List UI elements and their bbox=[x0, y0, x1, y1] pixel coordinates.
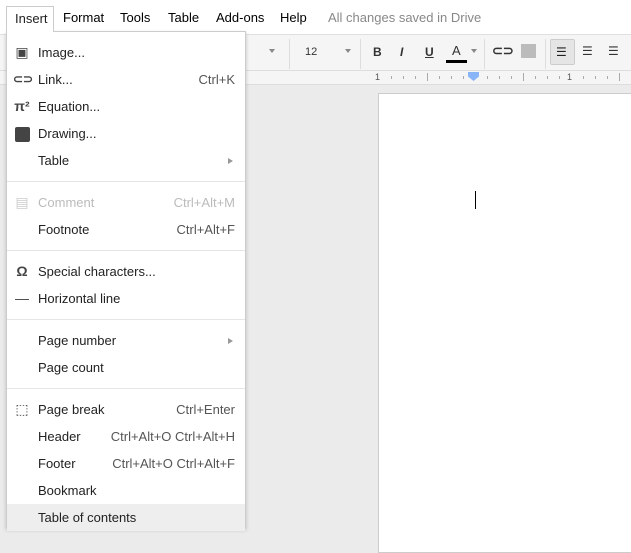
submenu-arrow-icon bbox=[228, 158, 233, 164]
menu-item-table-of-contents[interactable]: Table of contents bbox=[7, 504, 245, 531]
menu-insert-label: Insert bbox=[15, 11, 48, 26]
toolbar-divider bbox=[545, 39, 546, 69]
menu-item-bookmark[interactable]: Bookmark bbox=[7, 477, 245, 504]
menu-item-horizontal-line[interactable]: — Horizontal line bbox=[7, 285, 245, 312]
indent-marker[interactable] bbox=[468, 72, 479, 81]
omega-icon: Ω bbox=[16, 263, 28, 279]
insert-menu: ▣ Image... ⊂⊃ Link... Ctrl+K π² Equation... … bbox=[6, 31, 246, 531]
text-color-swatch bbox=[446, 60, 467, 63]
menu-item-comment: ▤ Comment Ctrl+Alt+M bbox=[7, 189, 245, 216]
menu-format[interactable]: Format bbox=[63, 10, 104, 25]
menu-tools[interactable]: Tools bbox=[120, 10, 150, 25]
image-icon: ▣ bbox=[15, 44, 29, 60]
menu-item-table[interactable]: Table bbox=[7, 147, 245, 174]
menu-item-drawing[interactable]: Drawing... bbox=[7, 120, 245, 147]
toolbar-divider bbox=[360, 39, 361, 69]
link-icon: ⊂⊃ bbox=[13, 72, 34, 86]
menu-item-page-count[interactable]: Page count bbox=[7, 354, 245, 381]
font-dropdown-caret[interactable] bbox=[269, 49, 275, 53]
ruler-label: 1 bbox=[375, 72, 381, 82]
menu-help[interactable]: Help bbox=[280, 10, 307, 25]
menu-item-footnote[interactable]: Footnote Ctrl+Alt+F bbox=[7, 216, 245, 243]
font-size-caret[interactable] bbox=[345, 49, 351, 53]
toolbar-divider bbox=[289, 39, 290, 69]
font-size-select[interactable]: 12 bbox=[305, 46, 317, 58]
menu-bar: Format Tools Table Add-ons Help All chan… bbox=[0, 0, 631, 34]
toolbar-divider bbox=[484, 39, 485, 69]
text-color-button[interactable]: A bbox=[452, 43, 461, 58]
menu-addons[interactable]: Add-ons bbox=[216, 10, 264, 25]
horizontal-line-icon: — bbox=[15, 290, 29, 306]
menu-divider bbox=[7, 250, 245, 251]
comment-icon[interactable] bbox=[521, 44, 536, 58]
menu-insert[interactable]: Insert bbox=[6, 6, 54, 32]
underline-button[interactable]: U bbox=[425, 45, 434, 59]
align-right-icon[interactable]: ☰ bbox=[608, 44, 619, 58]
text-color-caret[interactable] bbox=[471, 49, 477, 53]
italic-button[interactable]: I bbox=[400, 45, 403, 59]
ruler-label: 1 bbox=[567, 72, 573, 82]
drawing-icon bbox=[13, 120, 31, 147]
text-cursor bbox=[475, 191, 476, 209]
menu-item-footer[interactable]: Footer Ctrl+Alt+O Ctrl+Alt+F bbox=[7, 450, 245, 477]
align-center-icon[interactable]: ☰ bbox=[582, 44, 593, 58]
menu-divider bbox=[7, 388, 245, 389]
menu-table[interactable]: Table bbox=[168, 10, 199, 25]
menu-item-page-number[interactable]: Page number bbox=[7, 327, 245, 354]
submenu-arrow-icon bbox=[228, 338, 233, 344]
align-left-icon: ☰ bbox=[556, 45, 567, 59]
align-left-button[interactable]: ☰ bbox=[550, 39, 575, 65]
document-page[interactable] bbox=[378, 93, 631, 553]
menu-item-equation[interactable]: π² Equation... bbox=[7, 93, 245, 120]
menu-item-page-break[interactable]: ⬚ Page break Ctrl+Enter bbox=[7, 396, 245, 423]
menu-item-link[interactable]: ⊂⊃ Link... Ctrl+K bbox=[7, 66, 245, 93]
menu-item-special-characters[interactable]: Ω Special characters... bbox=[7, 258, 245, 285]
menu-divider bbox=[7, 319, 245, 320]
bold-button[interactable]: B bbox=[373, 45, 382, 59]
menu-item-image[interactable]: ▣ Image... bbox=[7, 39, 245, 66]
page-break-icon: ⬚ bbox=[15, 401, 29, 417]
save-status: All changes saved in Drive bbox=[328, 10, 482, 25]
link-icon[interactable]: ⊂⊃ bbox=[492, 43, 514, 59]
menu-divider bbox=[7, 181, 245, 182]
comment-icon: ▤ bbox=[15, 194, 29, 210]
menu-item-header[interactable]: Header Ctrl+Alt+O Ctrl+Alt+H bbox=[7, 423, 245, 450]
pi-icon: π² bbox=[14, 98, 30, 114]
